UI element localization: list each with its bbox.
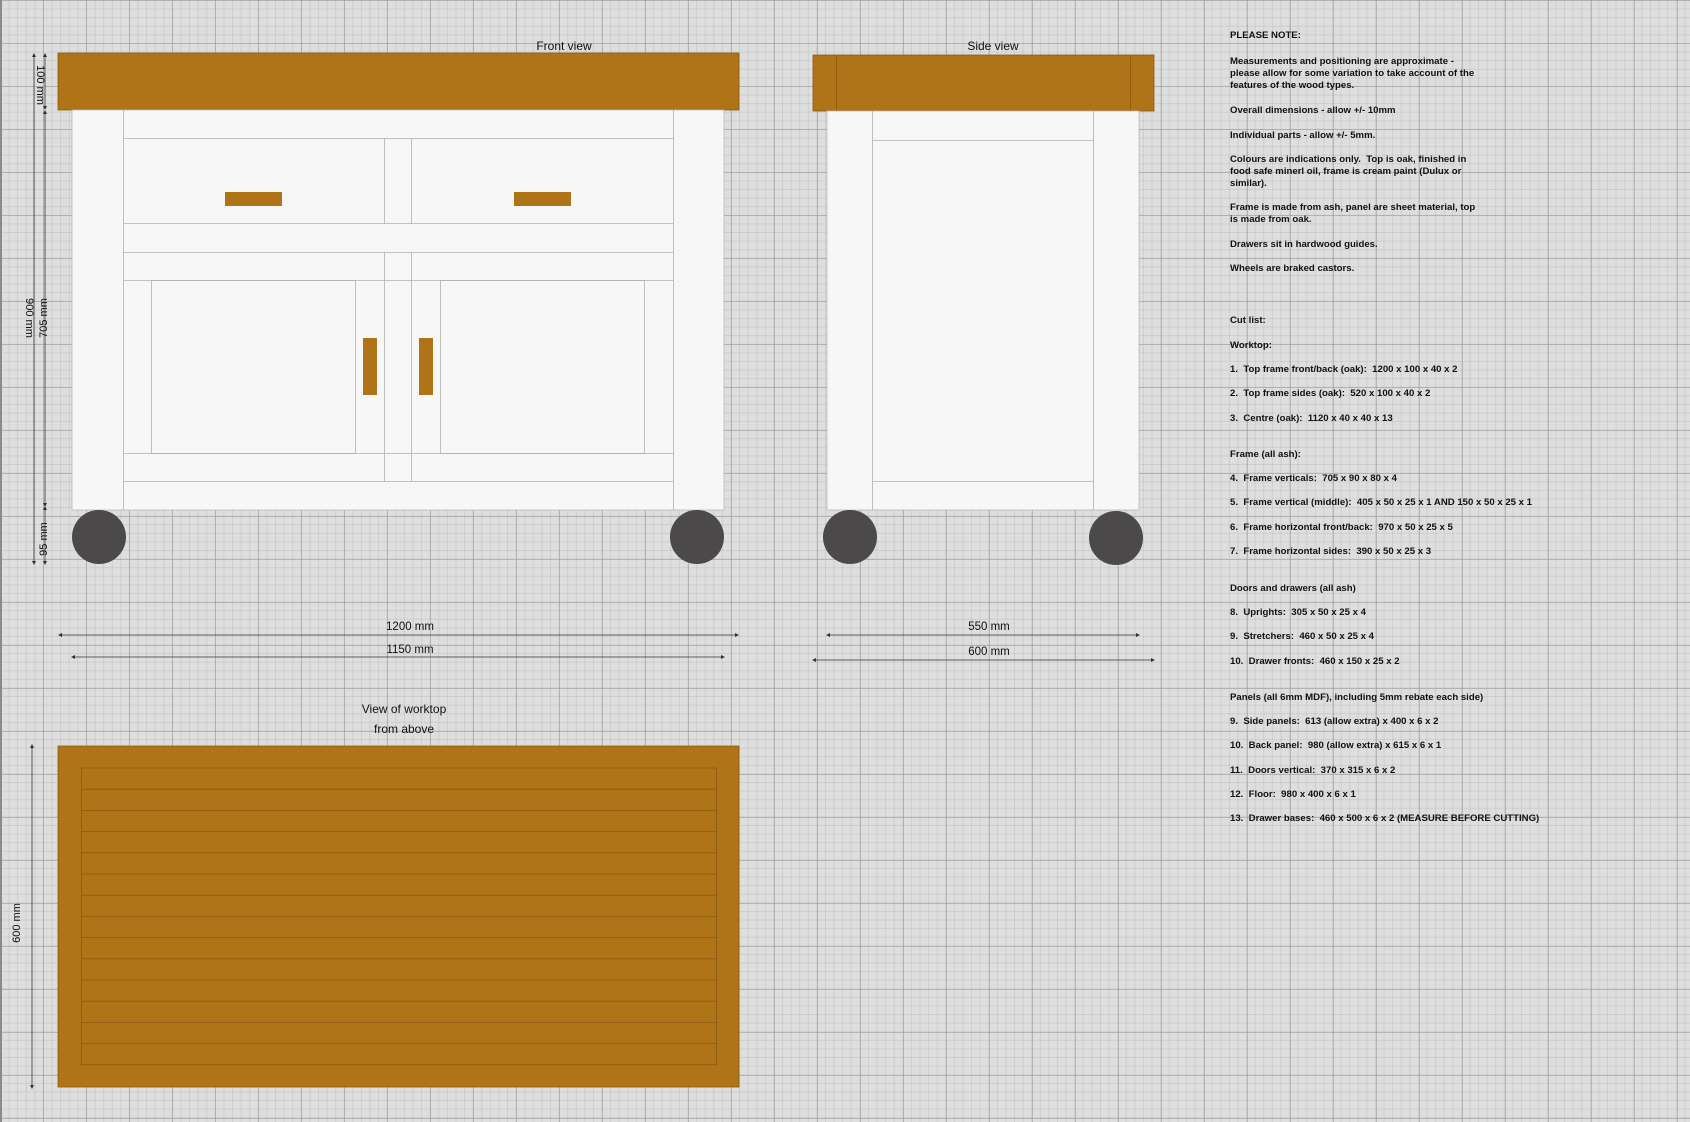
dim-front-total-height: 900 mm	[23, 298, 35, 338]
note-line: Overall dimensions - allow +/- 10mm	[1230, 105, 1396, 116]
side-cabinet-body	[826, 110, 1140, 511]
front-left-wheel	[72, 510, 126, 564]
dim-front-top-width: 1200 mm	[386, 621, 434, 633]
right-drawer-handle	[514, 192, 571, 206]
note-line: 11. Doors vertical: 370 x 315 x 6 x 2	[1230, 765, 1396, 776]
dim-front-top-height: 100 mm	[34, 65, 46, 105]
worktop-top-view: View of worktop from above 600 mm	[11, 702, 740, 1089]
side-right-wheel	[1089, 511, 1143, 565]
note-line: Worktop:	[1230, 340, 1272, 351]
side-left-wheel	[823, 510, 877, 564]
dim-front-frame-width: 1150 mm	[386, 644, 433, 656]
note-line: 4. Frame verticals: 705 x 90 x 80 x 4	[1230, 473, 1397, 484]
note-line: Doors and drawers (all ash)	[1230, 583, 1356, 594]
front-cabinet-body	[71, 109, 725, 511]
note-line: 9. Stretchers: 460 x 50 x 25 x 4	[1230, 631, 1374, 642]
front-worktop	[57, 52, 740, 111]
top-view-title-line-1: View of worktop	[362, 702, 447, 716]
note-line: 10. Drawer fronts: 460 x 150 x 25 x 2	[1230, 656, 1400, 667]
front-view-title: Front view	[536, 39, 592, 53]
note-line: 12. Floor: 980 x 400 x 6 x 1	[1230, 789, 1356, 800]
note-line: 9. Side panels: 613 (allow extra) x 400 …	[1230, 716, 1439, 727]
note-line: 3. Centre (oak): 1120 x 40 x 40 x 13	[1230, 413, 1393, 424]
dim-worktop-depth: 600 mm	[11, 903, 23, 943]
note-line: 8. Uprights: 305 x 50 x 25 x 4	[1230, 607, 1366, 618]
dim-side-frame-width: 550 mm	[968, 621, 1010, 633]
note-line: 7. Frame horizontal sides: 390 x 50 x 25…	[1230, 546, 1432, 557]
note-line: features of the wood types.	[1230, 80, 1355, 91]
left-door-handle	[363, 338, 377, 395]
note-line: 10. Back panel: 980 (allow extra) x 615 …	[1230, 740, 1442, 751]
side-worktop	[812, 54, 1155, 112]
note-line: Cut list:	[1230, 315, 1266, 326]
note-line: food safe minerl oil, frame is cream pai…	[1230, 166, 1462, 177]
note-line: Frame is made from ash, panel are sheet …	[1230, 202, 1476, 213]
note-line: Measurements and positioning are approxi…	[1230, 56, 1454, 67]
front-right-wheel	[670, 510, 724, 564]
dim-front-frame-height: 705 mm	[38, 298, 50, 338]
note-line: 13. Drawer bases: 460 x 500 x 6 x 2 (MEA…	[1230, 813, 1540, 824]
notes-heading: PLEASE NOTE:	[1230, 30, 1301, 41]
left-drawer-handle	[225, 192, 282, 206]
front-view: Front view 100 mm 705 mm 900 mm 95 mm 12…	[23, 39, 740, 659]
note-line: similar).	[1230, 178, 1267, 189]
right-door-handle	[419, 338, 433, 395]
dim-front-wheel-height: 95 mm	[38, 522, 50, 556]
note-line: Panels (all 6mm MDF), including 5mm reba…	[1230, 692, 1484, 703]
note-line: Drawers sit in hardwood guides.	[1230, 239, 1378, 250]
note-line: please allow for some variation to take …	[1230, 68, 1475, 79]
top-view-title-line-2: from above	[374, 722, 434, 736]
note-line: 2. Top frame sides (oak): 520 x 100 x 40…	[1230, 388, 1431, 399]
note-line: Colours are indications only. Top is oak…	[1230, 154, 1467, 165]
side-view-title: Side view	[967, 39, 1019, 53]
note-line: 1. Top frame front/back (oak): 1200 x 10…	[1230, 364, 1458, 375]
note-line: Frame (all ash):	[1230, 449, 1301, 460]
note-line: 5. Frame vertical (middle): 405 x 50 x 2…	[1230, 497, 1533, 508]
side-view: Side view 550 mm 600 mm	[812, 39, 1155, 662]
note-line: 6. Frame horizontal front/back: 970 x 50…	[1230, 522, 1453, 533]
note-line: Individual parts - allow +/- 5mm.	[1230, 130, 1376, 141]
note-line: Wheels are braked castors.	[1230, 263, 1355, 274]
dim-side-top-width: 600 mm	[968, 646, 1010, 658]
note-line: is made from oak.	[1230, 214, 1312, 225]
